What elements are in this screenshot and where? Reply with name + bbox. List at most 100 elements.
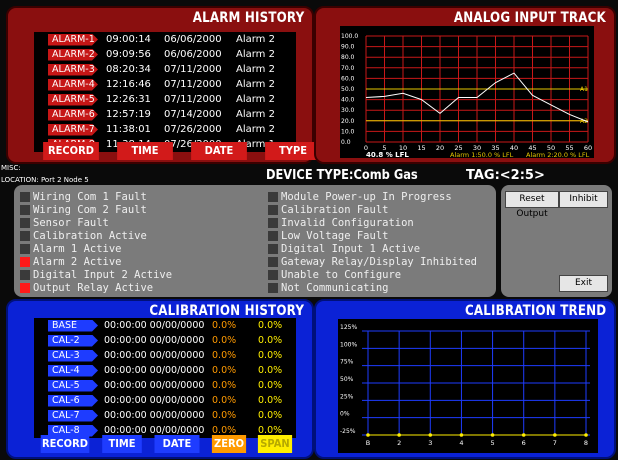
calibration-history-buttons: RECORD TIME DATE ZERO SPAN (38, 435, 294, 453)
y-tick-label: -25% (340, 428, 356, 435)
type-button[interactable]: TYPE (265, 142, 321, 160)
status-text: Digital Input 1 Active (281, 242, 421, 255)
status-text: Invalid Configuration (281, 216, 414, 229)
alarm-date: 07/11/2000 (164, 79, 222, 90)
status-indicator-icon (20, 204, 30, 215)
alarm-row: ALARM-4 12:16:46 07/11/2000 Alarm 2 (34, 77, 296, 92)
x-tick-label: 3 (428, 439, 432, 447)
status-indicator-icon (20, 191, 30, 202)
alarm-row: ALARM-3 08:20:34 07/11/2000 Alarm 2 (34, 62, 296, 77)
y-tick-label: 60.0 (341, 75, 355, 82)
status-row: Wiring Com 1 Fault (16, 190, 266, 203)
x-tick-label: 2 (397, 439, 401, 447)
alarm-type: Alarm 2 (236, 94, 275, 105)
status-row: Invalid Configuration (264, 216, 496, 229)
x-tick-label: 6 (522, 439, 526, 447)
y-tick-label: 100% (340, 341, 357, 348)
status-row: Gateway Relay/Display Inhibited (264, 255, 496, 268)
alarm-time: 12:16:46 (106, 79, 151, 90)
status-row: Calibration Active (16, 229, 266, 242)
calibration-label-tag[interactable]: CAL-2 (48, 334, 98, 347)
status-text: Low Voltage Fault (281, 229, 389, 242)
calibration-point (397, 433, 401, 437)
alarm-date: 06/06/2000 (164, 49, 222, 60)
calibration-row: CAL-2 00:00:00 00/00/0000 0.0% 0.0% (34, 333, 296, 348)
alarm-time: 09:00:14 (106, 34, 151, 45)
alarm-label-tag[interactable]: ALARM-1 (48, 33, 98, 46)
alarm-label-tag[interactable]: ALARM-3 (48, 63, 98, 76)
status-text: Calibration Active (33, 229, 147, 242)
status-text: Sensor Fault (33, 216, 109, 229)
status-row: Alarm 1 Active (16, 242, 266, 255)
status-indicator-icon (20, 269, 30, 280)
calibration-point (366, 433, 370, 437)
status-indicator-icon (20, 282, 30, 293)
calibration-row: BASE 00:00:00 00/00/0000 0.0% 0.0% (34, 318, 296, 333)
calibration-label-tag[interactable]: CAL-4 (48, 364, 98, 377)
alarm-type: Alarm 2 (236, 49, 275, 60)
alarm-row: ALARM-6 12:57:19 07/14/2000 Alarm 2 (34, 107, 296, 122)
alarm-time: 08:20:34 (106, 64, 151, 75)
calibration-stamp: 00:00:00 00/00/0000 (104, 410, 205, 421)
alarm-label-tag[interactable]: ALARM-2 (48, 48, 98, 61)
alarm-type: Alarm 2 (236, 34, 275, 45)
calibration-zero: 0.0% (212, 320, 237, 331)
y-tick-label: 80.0 (341, 54, 355, 61)
alarm-date: 07/11/2000 (164, 94, 222, 105)
cal-record-button[interactable]: RECORD (40, 435, 90, 453)
status-indicator-icon (268, 256, 278, 267)
alarm-history-panel: ALARM HISTORY ALARM-1 09:00:14 06/06/2000 A… (6, 6, 321, 164)
y-tick-label: 75% (340, 359, 354, 366)
calibration-zero: 0.0% (212, 335, 237, 346)
x-tick-label: 7 (553, 439, 557, 447)
cal-time-button[interactable]: TIME (102, 435, 142, 453)
calibration-label-tag[interactable]: CAL-3 (48, 349, 98, 362)
zero-button[interactable]: ZERO (211, 435, 247, 453)
misc-label: MISC: (1, 164, 21, 172)
calibration-stamp: 00:00:00 00/00/0000 (104, 320, 205, 331)
calibration-label-tag[interactable]: CAL-6 (48, 394, 98, 407)
alarm-label-tag[interactable]: ALARM-5 (48, 93, 98, 106)
alarm-label-tag[interactable]: ALARM-6 (48, 108, 98, 121)
calibration-row: CAL-3 00:00:00 00/00/0000 0.0% 0.0% (34, 348, 296, 363)
status-text: Not Communicating (281, 281, 389, 294)
x-tick-label: 4 (459, 439, 463, 447)
calibration-label-tag[interactable]: BASE (48, 319, 98, 332)
reset-output-button[interactable]: Reset Output (505, 191, 559, 219)
status-row: Output Relay Active (16, 281, 266, 294)
x-tick-label: 15 (417, 144, 425, 152)
calibration-point (490, 433, 495, 437)
cal-date-button[interactable]: DATE (154, 435, 200, 453)
calibration-label-tag[interactable]: CAL-7 (48, 409, 98, 422)
status-indicator-icon (268, 282, 278, 293)
alarm-row: ALARM-1 09:00:14 06/06/2000 Alarm 2 (34, 32, 296, 47)
y-tick-label: 50.0 (341, 86, 355, 93)
calibration-zero: 0.0% (212, 350, 237, 361)
status-text: Digital Input 2 Active (33, 268, 173, 281)
tag-label: TAG:<2:5> (466, 168, 545, 183)
exit-button[interactable]: Exit (559, 275, 608, 292)
alarm-label-tag[interactable]: ALARM-4 (48, 78, 98, 91)
span-button[interactable]: SPAN (257, 435, 293, 453)
status-text: Wiring Com 1 Fault (33, 190, 147, 203)
status-row: Wiring Com 2 Fault (16, 203, 266, 216)
status-row: Sensor Fault (16, 216, 266, 229)
status-indicator-icon (20, 230, 30, 241)
time-button[interactable]: TIME (117, 142, 173, 160)
alarm1-level: Alarm 1:50.0 % LFL (450, 151, 514, 158)
y-tick-label: 125% (340, 324, 357, 331)
alarm-type: Alarm 2 (236, 124, 275, 135)
status-indicator-icon (268, 204, 278, 215)
alarm-label-tag[interactable]: ALARM-7 (48, 123, 98, 136)
status-indicator-icon (20, 217, 30, 228)
alarm-time: 09:09:56 (106, 49, 151, 60)
inhibit-button[interactable]: Inhibit (559, 191, 608, 208)
date-button[interactable]: DATE (191, 142, 247, 160)
calibration-stamp: 00:00:00 00/00/0000 (104, 395, 205, 406)
status-text: Output Relay Active (33, 281, 154, 294)
calibration-label-tag[interactable]: CAL-5 (48, 379, 98, 392)
calibration-span: 0.0% (258, 380, 283, 391)
record-button[interactable]: RECORD (43, 142, 99, 160)
calibration-row: CAL-7 00:00:00 00/00/0000 0.0% 0.0% (34, 408, 296, 423)
alarm-date: 07/11/2000 (164, 64, 222, 75)
